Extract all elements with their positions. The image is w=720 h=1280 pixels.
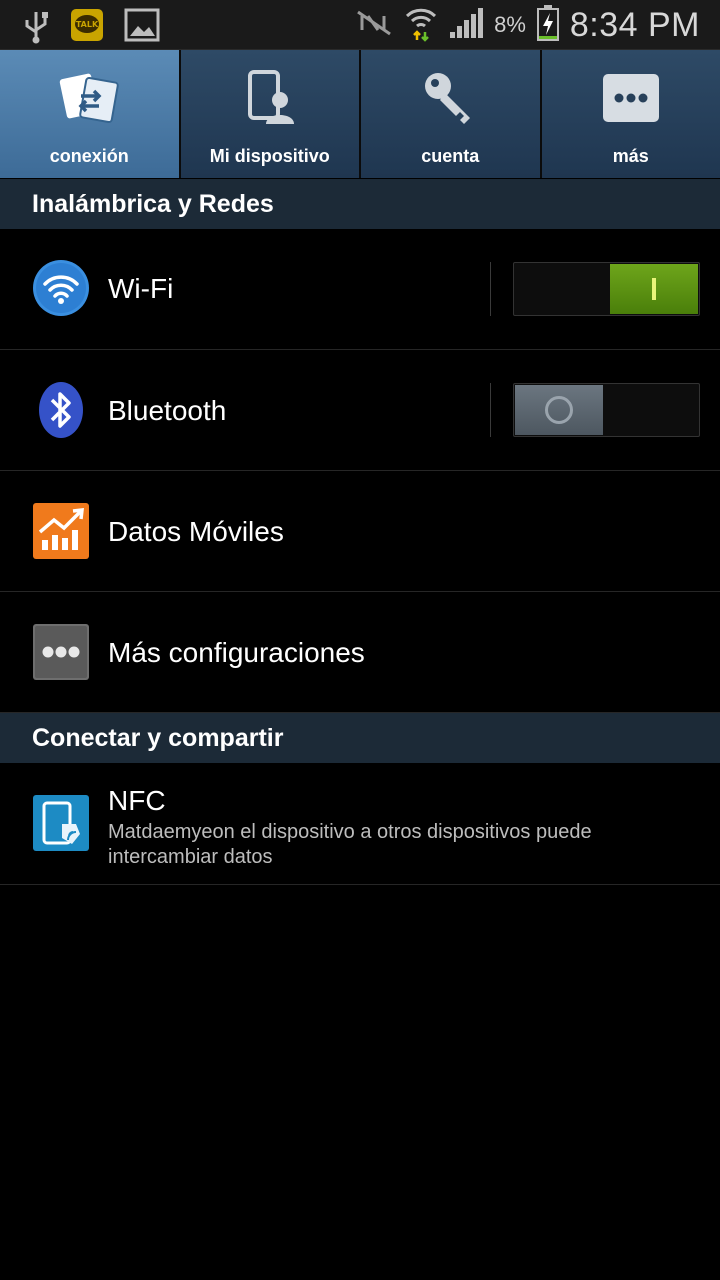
- signal-icon: [448, 6, 484, 45]
- toggle-knob: [515, 385, 603, 435]
- more-settings-label: Más configuraciones: [108, 637, 365, 668]
- list-item-bluetooth[interactable]: Bluetooth: [0, 350, 720, 471]
- list-item-more-settings[interactable]: Más configuraciones: [0, 592, 720, 713]
- toggle-knob: [610, 264, 698, 314]
- tab-conexion[interactable]: conexión: [0, 50, 179, 178]
- section-header-wireless: Inalámbrica y Redes: [0, 179, 720, 229]
- battery-charging-icon: [536, 4, 560, 47]
- bluetooth-label: Bluetooth: [108, 395, 227, 426]
- key-icon: [418, 66, 482, 130]
- kakaotalk-icon: TALK: [70, 8, 104, 47]
- divider: [490, 262, 491, 316]
- usb-icon: [22, 6, 50, 49]
- nfc-label: NFC: [108, 785, 166, 816]
- tab-mas[interactable]: más: [541, 50, 720, 178]
- tab-cuenta[interactable]: cuenta: [361, 50, 540, 178]
- bluetooth-icon: [32, 381, 90, 439]
- divider: [490, 383, 491, 437]
- mobile-data-label: Datos Móviles: [108, 516, 284, 547]
- tab-label: más: [612, 146, 649, 166]
- list-item-wifi[interactable]: Wi-Fi: [0, 229, 720, 350]
- status-bar: TALK 8% 8:34 PM: [0, 0, 720, 50]
- more-icon: [599, 66, 663, 130]
- wifi-icon: [32, 259, 90, 317]
- wifi-label: Wi-Fi: [108, 273, 174, 304]
- wifi-toggle[interactable]: [513, 262, 700, 316]
- nfc-description: Matdaemyeon el dispositivo a otros dispo…: [108, 821, 592, 868]
- nfc-off-icon: [354, 8, 394, 43]
- nfc-icon: [32, 794, 90, 852]
- settings-tabs: conexión Mi dispositivo cuenta más: [0, 50, 720, 178]
- clock: 8:34 PM: [569, 5, 700, 44]
- image-icon: [124, 8, 160, 47]
- section-header-connect: Conectar y compartir: [0, 713, 720, 763]
- battery-percent: 8%: [494, 12, 526, 37]
- list-item-nfc[interactable]: NFC Matdaemyeon el dispositivo a otros d…: [0, 763, 720, 885]
- my-device-icon: [238, 66, 302, 130]
- tab-label: conexión: [49, 146, 129, 166]
- more-dots-icon: [32, 623, 90, 681]
- svg-text:TALK: TALK: [76, 20, 99, 29]
- tab-label: cuenta: [421, 146, 480, 166]
- connections-icon: [57, 66, 121, 130]
- wifi-icon: [404, 4, 438, 47]
- bluetooth-toggle[interactable]: [513, 383, 700, 437]
- tab-mi-dispositivo[interactable]: Mi dispositivo: [180, 50, 359, 178]
- tab-label: Mi dispositivo: [209, 146, 330, 166]
- list-item-mobile-data[interactable]: Datos Móviles: [0, 471, 720, 592]
- data-usage-icon: [32, 502, 90, 560]
